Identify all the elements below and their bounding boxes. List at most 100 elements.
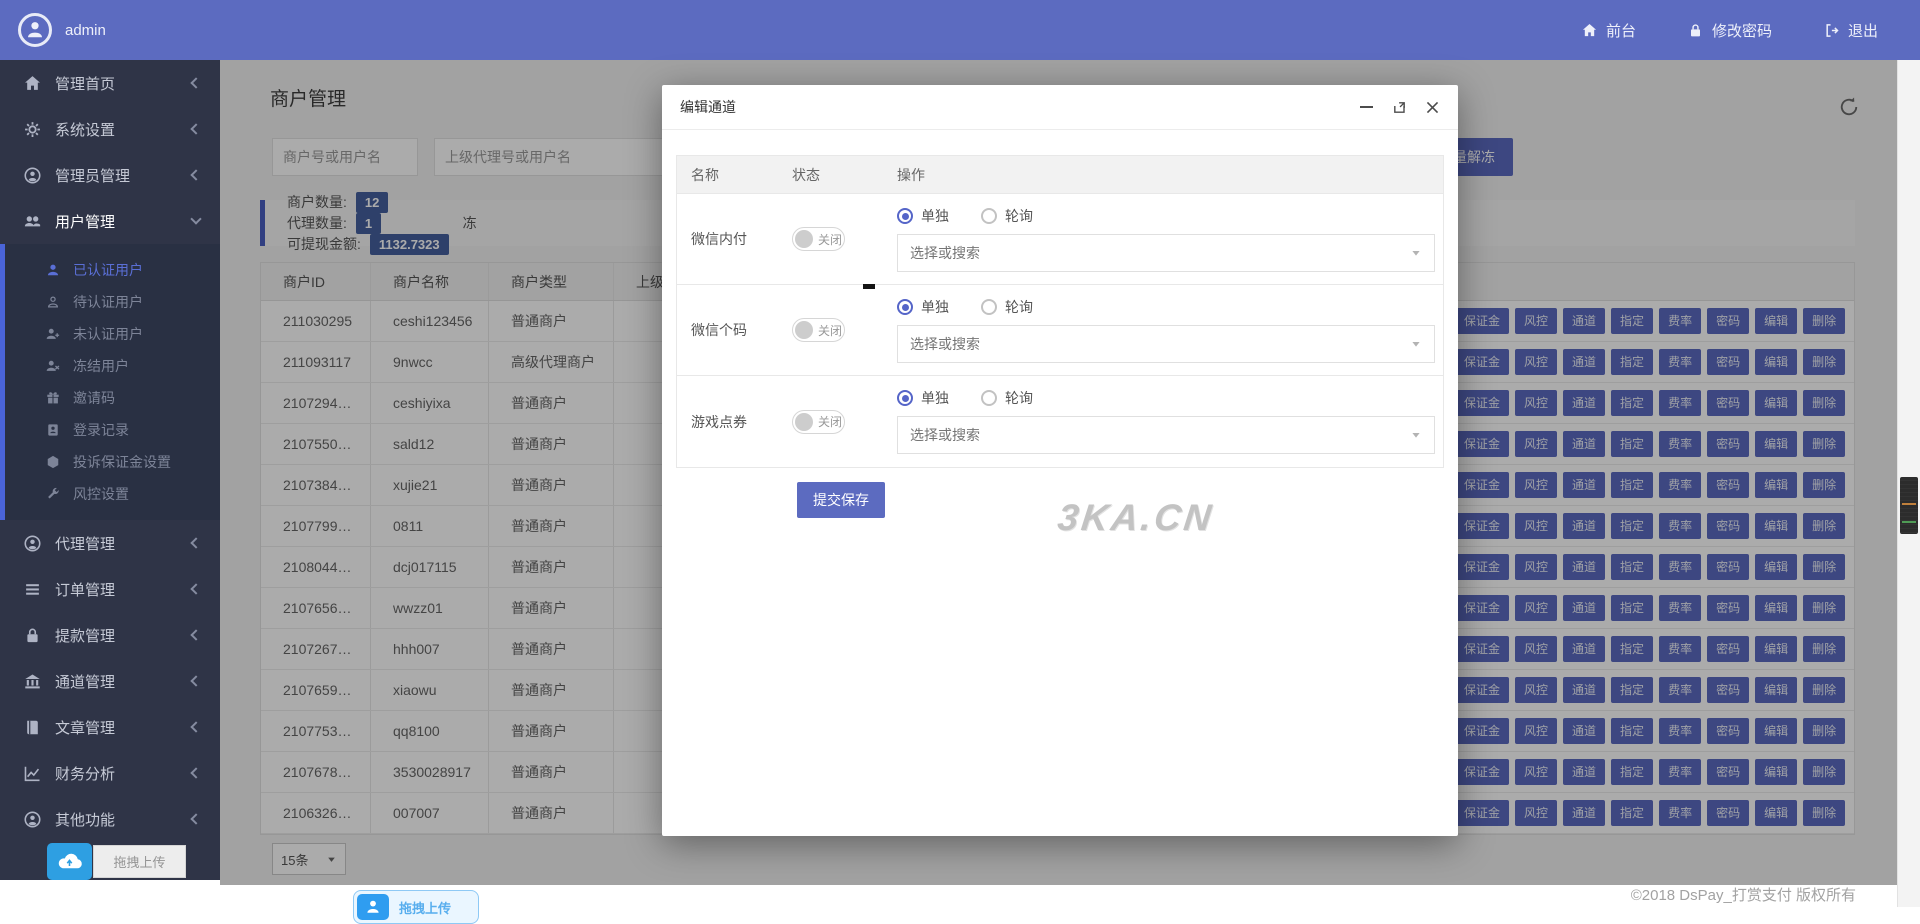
sidebar-item-other-functions[interactable]: 其他功能 xyxy=(0,796,220,842)
chevron-left-icon xyxy=(190,537,201,548)
chevron-down-icon xyxy=(190,213,201,224)
watermark: 3KA.CN xyxy=(1055,497,1216,539)
minimize-button[interactable] xyxy=(1358,99,1374,115)
radio-single-label: 单独 xyxy=(921,297,949,317)
chevron-left-icon xyxy=(190,77,201,88)
book-icon xyxy=(24,719,41,736)
sidebar-item-admin-management[interactable]: 管理员管理 xyxy=(0,152,220,198)
sidebar-item-order-management[interactable]: 订单管理 xyxy=(0,566,220,612)
username[interactable]: admin xyxy=(65,22,106,39)
radio-single-label: 单独 xyxy=(921,206,949,226)
radio-single[interactable] xyxy=(897,299,913,315)
col-header-operation: 操作 xyxy=(897,165,1443,185)
nav-logout-label: 退出 xyxy=(1848,20,1878,41)
chevron-down-icon xyxy=(1410,338,1422,350)
minimize-icon xyxy=(1360,106,1373,108)
channel-name: 微信个码 xyxy=(677,285,792,375)
drag-upload-label: 拖拽上传 xyxy=(399,898,451,917)
home-icon xyxy=(1582,23,1597,38)
nav-frontend-link[interactable]: 前台 xyxy=(1582,20,1636,41)
modal-header: 编辑通道 xyxy=(662,85,1458,130)
status-toggle[interactable]: 关闭 xyxy=(792,318,845,342)
gear-icon xyxy=(24,121,41,138)
sidebar-item-label: 提款管理 xyxy=(55,625,115,646)
chevron-left-icon xyxy=(190,675,201,686)
channel-select[interactable]: 选择或搜索 xyxy=(897,234,1435,272)
channel-select[interactable]: 选择或搜索 xyxy=(897,325,1435,363)
radio-single[interactable] xyxy=(897,208,913,224)
user-icon xyxy=(46,263,60,277)
scrollbar-track[interactable] xyxy=(1897,60,1920,907)
radio-polling[interactable] xyxy=(981,208,997,224)
submenu-item-unverified-users[interactable]: 未认证用户 xyxy=(5,318,220,350)
toggle-knob xyxy=(795,230,813,248)
sidebar-item-label: 文章管理 xyxy=(55,717,115,738)
drag-upload-widget-bottom[interactable]: 拖拽上传 xyxy=(353,890,479,924)
nav-change-password-label: 修改密码 xyxy=(1712,20,1772,41)
scrollbar-thumb[interactable] xyxy=(1900,477,1918,534)
radio-polling[interactable] xyxy=(981,390,997,406)
nav-logout-link[interactable]: 退出 xyxy=(1824,20,1878,41)
select-placeholder: 选择或搜索 xyxy=(910,243,980,263)
submenu-item-label: 邀请码 xyxy=(73,388,115,408)
sidebar-item-user-management[interactable]: 用户管理 xyxy=(0,198,220,244)
nav-change-password-link[interactable]: 修改密码 xyxy=(1688,20,1772,41)
submenu-item-deposit-settings[interactable]: 投诉保证金设置 xyxy=(5,446,220,478)
chevron-left-icon xyxy=(190,629,201,640)
edit-channel-modal: 编辑通道 名称 状态 操作 微信内付 关闭 xyxy=(662,85,1458,836)
sidebar-item-withdraw-management[interactable]: 提款管理 xyxy=(0,612,220,658)
status-toggle[interactable]: 关闭 xyxy=(792,227,845,251)
close-icon xyxy=(1425,100,1440,115)
channel-select[interactable]: 选择或搜索 xyxy=(897,416,1435,454)
chart-icon xyxy=(24,765,41,782)
col-header-name: 名称 xyxy=(677,165,792,185)
channel-row: 微信个码 关闭 单独 轮询 选择或搜索 xyxy=(677,285,1443,376)
users-icon xyxy=(24,213,41,230)
render-artifact xyxy=(863,284,875,289)
submenu-item-invite-code[interactable]: 邀请码 xyxy=(5,382,220,414)
avatar[interactable] xyxy=(18,13,52,47)
submenu-item-pending-users[interactable]: 待认证用户 xyxy=(5,286,220,318)
cloud-upload-icon xyxy=(47,843,92,880)
sidebar-item-label: 订单管理 xyxy=(55,579,115,600)
chevron-left-icon xyxy=(190,813,201,824)
channel-row: 微信内付 关闭 单独 轮询 选择或搜索 xyxy=(677,194,1443,285)
submenu-item-label: 已认证用户 xyxy=(73,260,143,280)
status-toggle[interactable]: 关闭 xyxy=(792,410,845,434)
submenu-item-frozen-users[interactable]: 冻结用户 xyxy=(5,350,220,382)
sidebar-item-system-settings[interactable]: 系统设置 xyxy=(0,106,220,152)
drag-upload-label: 拖拽上传 xyxy=(93,845,186,878)
withdraw-lock-icon xyxy=(24,627,41,644)
radio-single[interactable] xyxy=(897,390,913,406)
gift-icon xyxy=(46,391,60,405)
radio-polling-label: 轮询 xyxy=(1005,388,1033,408)
bank-icon xyxy=(24,673,41,690)
submenu-item-login-records[interactable]: 登录记录 xyxy=(5,414,220,446)
radio-polling[interactable] xyxy=(981,299,997,315)
sidebar-item-label: 通道管理 xyxy=(55,671,115,692)
sidebar-item-channel-management[interactable]: 通道管理 xyxy=(0,658,220,704)
toggle-knob xyxy=(795,413,813,431)
sidebar-item-label: 财务分析 xyxy=(55,763,115,784)
sidebar-item-agent-management[interactable]: 代理管理 xyxy=(0,520,220,566)
toggle-knob xyxy=(795,321,813,339)
submit-save-button[interactable]: 提交保存 xyxy=(797,482,885,518)
radio-polling-label: 轮询 xyxy=(1005,206,1033,226)
drag-upload-widget[interactable]: 拖拽上传 xyxy=(47,843,186,880)
maximize-icon xyxy=(1392,100,1407,115)
select-placeholder: 选择或搜索 xyxy=(910,334,980,354)
submenu-item-risk-settings[interactable]: 风控设置 xyxy=(5,478,220,510)
user-management-submenu: 已认证用户 待认证用户 未认证用户 冻结用户 邀请码 登录记录 投诉保证金设置 xyxy=(0,244,220,520)
sidebar-item-finance-analysis[interactable]: 财务分析 xyxy=(0,750,220,796)
sidebar-item-article-management[interactable]: 文章管理 xyxy=(0,704,220,750)
close-button[interactable] xyxy=(1424,99,1440,115)
lock-icon xyxy=(1688,23,1703,38)
sidebar-item-dashboard[interactable]: 管理首页 xyxy=(0,60,220,106)
channel-name: 游戏点券 xyxy=(677,376,792,467)
maximize-button[interactable] xyxy=(1391,99,1407,115)
chevron-left-icon xyxy=(190,583,201,594)
wrench-icon xyxy=(46,487,60,501)
channel-table-header: 名称 状态 操作 xyxy=(677,156,1443,194)
col-header-status: 状态 xyxy=(792,165,897,185)
submenu-item-verified-users[interactable]: 已认证用户 xyxy=(5,254,220,286)
